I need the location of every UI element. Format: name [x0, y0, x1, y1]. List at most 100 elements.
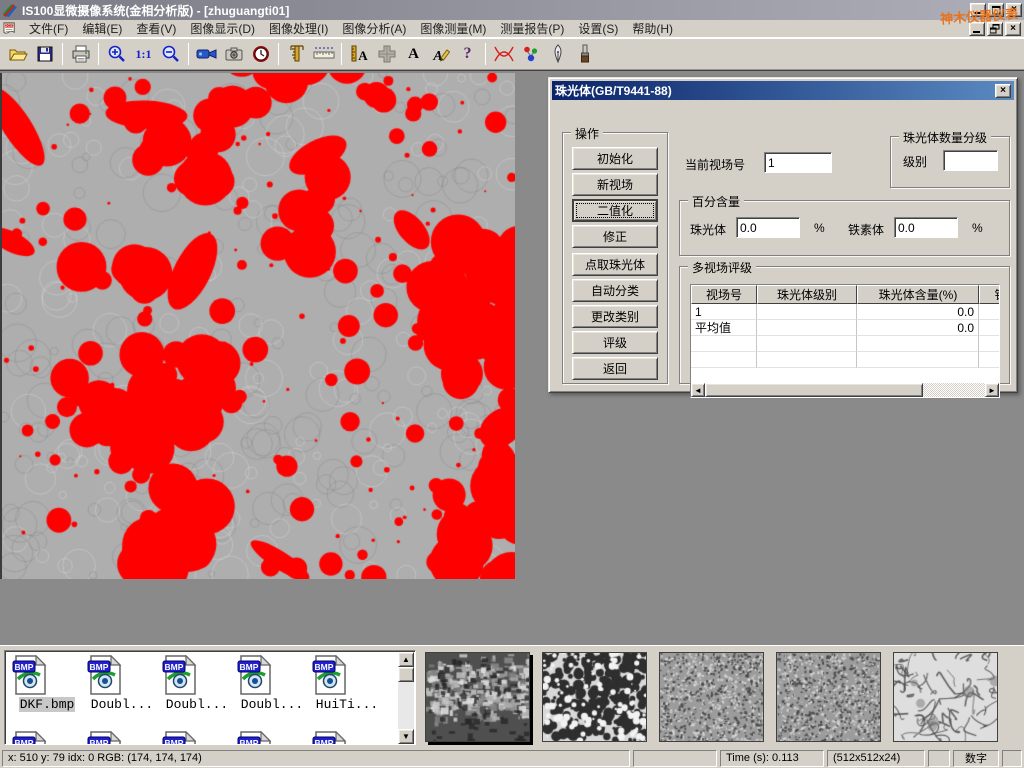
menu-file[interactable]: 文件(F)	[22, 19, 75, 38]
pearlite-label: 珠光体	[690, 221, 726, 238]
svg-text:A: A	[432, 49, 442, 64]
annotate-icon[interactable]: A	[427, 41, 454, 68]
current-view-input[interactable]: 1	[764, 152, 832, 173]
scroll-right-icon[interactable]: ►	[985, 383, 999, 397]
child-close-icon[interactable]: ×	[1005, 22, 1021, 36]
grid-tool-icon[interactable]	[373, 41, 400, 68]
binarized-micrograph-image[interactable]	[0, 73, 515, 579]
text-label-icon[interactable]: A	[400, 41, 427, 68]
zoom-1to1-icon[interactable]: 1:1	[130, 41, 157, 68]
file-browser-panel: DKF.bmp Doubl... Doubl... Doubl... HuiTi…	[0, 645, 1024, 748]
pearlite-input[interactable]: 0.0	[736, 217, 800, 238]
photo-camera-icon[interactable]	[220, 41, 247, 68]
pen-icon[interactable]	[544, 41, 571, 68]
camera-mode: 数字	[953, 750, 999, 767]
scrollbar-thumb[interactable]	[705, 383, 923, 397]
caliper-icon[interactable]	[283, 41, 310, 68]
ruler-icon[interactable]	[310, 41, 337, 68]
document-icon[interactable]: DOC	[3, 21, 18, 36]
particles-icon[interactable]	[517, 41, 544, 68]
measure-text-icon[interactable]: A	[346, 41, 373, 68]
table-row[interactable]: 1 0.0	[691, 304, 999, 320]
status-empty	[928, 750, 950, 767]
table-header-row: 视场号 珠光体级别 珠光体含量(%) 铁素体含量(%)	[691, 285, 999, 304]
table-row	[691, 352, 999, 368]
ferrite-input[interactable]: 0.0	[894, 217, 958, 238]
grade-input[interactable]	[943, 150, 998, 171]
child-minimize-icon[interactable]	[969, 22, 985, 36]
file-item[interactable]: Doubl...	[86, 655, 158, 713]
menu-help[interactable]: 帮助(H)	[625, 19, 680, 38]
print-icon[interactable]	[67, 41, 94, 68]
menu-view[interactable]: 查看(V)	[129, 19, 183, 38]
brush-icon[interactable]	[571, 41, 598, 68]
zoom-in-icon[interactable]	[103, 41, 130, 68]
file-list[interactable]: DKF.bmp Doubl... Doubl... Doubl... HuiTi…	[4, 650, 416, 745]
grade-label: 级别	[903, 153, 927, 170]
curve-tool-icon[interactable]	[490, 41, 517, 68]
save-icon[interactable]	[31, 41, 58, 68]
menu-image-display[interactable]: 图像显示(D)	[183, 19, 262, 38]
menu-edit[interactable]: 编辑(E)	[75, 19, 129, 38]
correct-button[interactable]: 修正	[572, 225, 658, 248]
close-icon[interactable]: ×	[1006, 3, 1022, 17]
dialog-titlebar[interactable]: 珠光体(GB/T9441-88) ×	[552, 81, 1014, 100]
help-icon[interactable]: ?	[454, 41, 481, 68]
file-item	[11, 731, 83, 745]
file-name[interactable]: DKF.bmp	[19, 697, 76, 712]
table-horizontal-scrollbar[interactable]: ◄ ►	[691, 383, 999, 397]
table-row	[691, 336, 999, 352]
change-class-button[interactable]: 更改类别	[572, 305, 658, 328]
current-view-label: 当前视场号	[685, 156, 745, 173]
svg-text:DOC: DOC	[4, 23, 13, 28]
auto-classify-button[interactable]: 自动分类	[572, 279, 658, 302]
rate-button[interactable]: 评级	[572, 331, 658, 354]
file-name[interactable]: Doubl...	[165, 697, 229, 712]
clock-icon[interactable]	[247, 41, 274, 68]
menu-image-process[interactable]: 图像处理(I)	[262, 19, 335, 38]
scrollbar-thumb[interactable]	[398, 667, 414, 682]
window-title: IS100显微摄像系统(金相分析版) - [zhuguangti01]	[22, 2, 289, 19]
file-item	[311, 731, 383, 745]
scroll-up-icon[interactable]: ▲	[398, 652, 414, 667]
return-button[interactable]: 返回	[572, 357, 658, 380]
thumbnail-image[interactable]	[659, 652, 764, 742]
thumbnail-image[interactable]	[542, 652, 647, 742]
new-field-button[interactable]: 新视场	[572, 173, 658, 196]
menu-image-measure[interactable]: 图像测量(M)	[413, 19, 493, 38]
file-name[interactable]: Doubl...	[240, 697, 304, 712]
file-item[interactable]: Doubl...	[236, 655, 308, 713]
pick-pearlite-button[interactable]: 点取珠光体	[572, 253, 658, 276]
thumbnail-image[interactable]	[425, 652, 530, 742]
maximize-icon[interactable]	[988, 3, 1004, 17]
menu-image-analysis[interactable]: 图像分析(A)	[335, 19, 413, 38]
zoom-out-icon[interactable]	[157, 41, 184, 68]
menu-settings[interactable]: 设置(S)	[571, 19, 625, 38]
status-empty	[1002, 750, 1022, 767]
video-camera-icon[interactable]	[193, 41, 220, 68]
file-item[interactable]: Doubl...	[161, 655, 233, 713]
status-empty	[633, 750, 717, 767]
open-file-icon[interactable]	[4, 41, 31, 68]
scroll-left-icon[interactable]: ◄	[691, 383, 705, 397]
menu-bar: DOC 文件(F) 编辑(E) 查看(V) 图像显示(D) 图像处理(I) 图像…	[0, 20, 1024, 38]
child-restore-icon[interactable]	[987, 22, 1003, 36]
file-name[interactable]: HuiTi...	[315, 697, 379, 712]
file-item[interactable]: DKF.bmp	[11, 655, 83, 713]
file-name[interactable]: Doubl...	[90, 697, 154, 712]
init-button[interactable]: 初始化	[572, 147, 658, 170]
thumbnail-image[interactable]	[776, 652, 881, 742]
menu-report[interactable]: 测量报告(P)	[493, 19, 571, 38]
binarize-button[interactable]: 二值化	[572, 199, 658, 222]
minimize-icon[interactable]	[970, 3, 986, 17]
thumbnail-image[interactable]	[893, 652, 998, 742]
scroll-down-icon[interactable]: ▼	[398, 729, 414, 744]
rating-table[interactable]: 视场号 珠光体级别 珠光体含量(%) 铁素体含量(%) 1 0.0 平均值	[690, 284, 1000, 398]
dialog-close-icon[interactable]: ×	[995, 84, 1011, 98]
multi-field-group: 多视场评级 视场号 珠光体级别 珠光体含量(%) 铁素体含量(%) 1 0.0	[679, 266, 1010, 384]
file-list-scrollbar[interactable]: ▲ ▼	[398, 652, 414, 744]
file-item[interactable]: HuiTi...	[311, 655, 383, 713]
table-row[interactable]: 平均值 0.0	[691, 320, 999, 336]
file-item	[236, 731, 308, 745]
toolbar: 1:1 A A A ?	[0, 38, 1024, 70]
